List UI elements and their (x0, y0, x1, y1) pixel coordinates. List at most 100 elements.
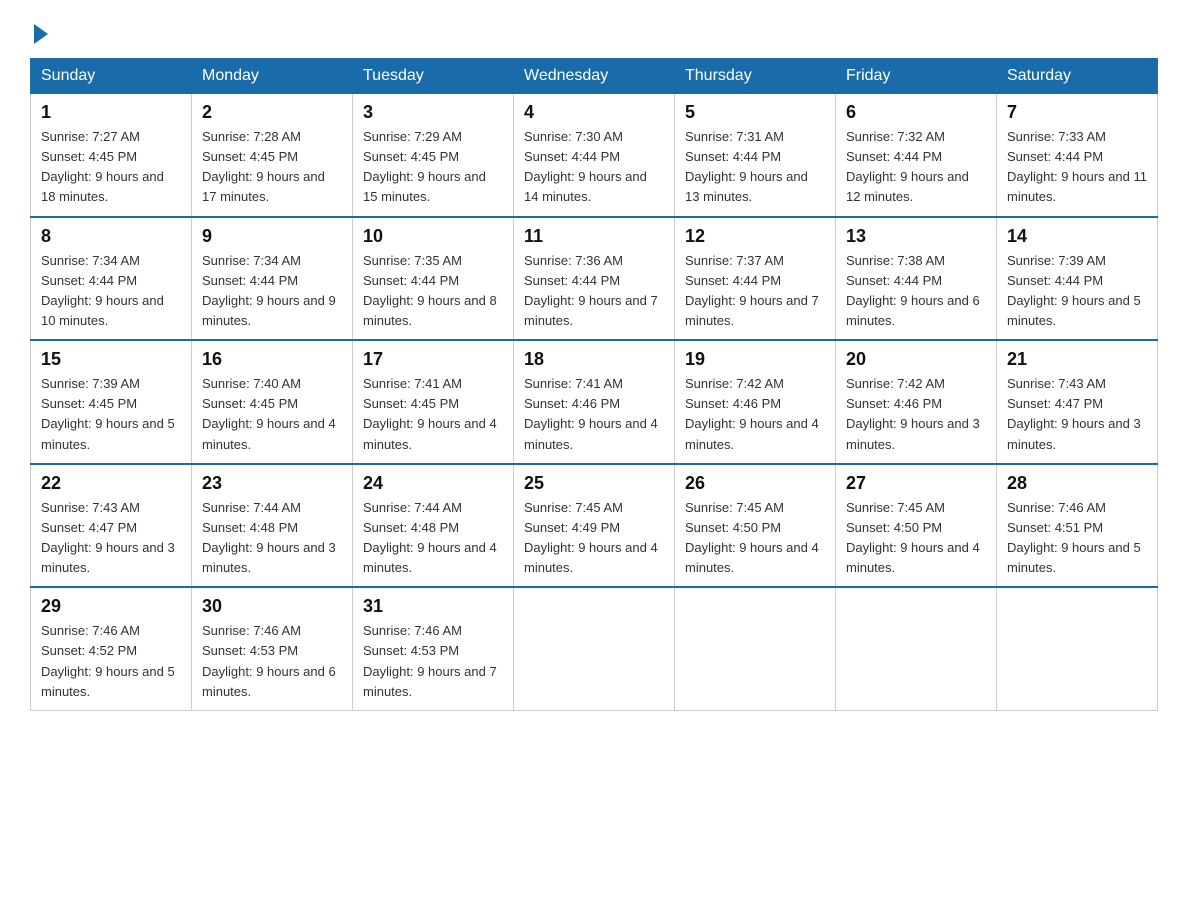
day-info: Sunrise: 7:35 AMSunset: 4:44 PMDaylight:… (363, 253, 497, 328)
day-number: 23 (202, 473, 342, 494)
day-cell: 7 Sunrise: 7:33 AMSunset: 4:44 PMDayligh… (997, 94, 1158, 217)
week-row-5: 29 Sunrise: 7:46 AMSunset: 4:52 PMDaylig… (31, 587, 1158, 710)
day-number: 21 (1007, 349, 1147, 370)
day-number: 14 (1007, 226, 1147, 247)
header-friday: Friday (836, 59, 997, 94)
day-number: 24 (363, 473, 503, 494)
day-info: Sunrise: 7:46 AMSunset: 4:51 PMDaylight:… (1007, 500, 1141, 575)
day-info: Sunrise: 7:27 AMSunset: 4:45 PMDaylight:… (41, 129, 164, 204)
day-info: Sunrise: 7:34 AMSunset: 4:44 PMDaylight:… (41, 253, 164, 328)
day-info: Sunrise: 7:46 AMSunset: 4:53 PMDaylight:… (202, 623, 336, 698)
day-cell: 27 Sunrise: 7:45 AMSunset: 4:50 PMDaylig… (836, 464, 997, 588)
day-info: Sunrise: 7:34 AMSunset: 4:44 PMDaylight:… (202, 253, 336, 328)
day-number: 20 (846, 349, 986, 370)
day-info: Sunrise: 7:44 AMSunset: 4:48 PMDaylight:… (202, 500, 336, 575)
calendar-table: SundayMondayTuesdayWednesdayThursdayFrid… (30, 58, 1158, 711)
day-cell: 17 Sunrise: 7:41 AMSunset: 4:45 PMDaylig… (353, 340, 514, 464)
header-thursday: Thursday (675, 59, 836, 94)
day-number: 30 (202, 596, 342, 617)
day-number: 28 (1007, 473, 1147, 494)
day-info: Sunrise: 7:43 AMSunset: 4:47 PMDaylight:… (41, 500, 175, 575)
day-info: Sunrise: 7:29 AMSunset: 4:45 PMDaylight:… (363, 129, 486, 204)
day-info: Sunrise: 7:40 AMSunset: 4:45 PMDaylight:… (202, 376, 336, 451)
day-info: Sunrise: 7:46 AMSunset: 4:52 PMDaylight:… (41, 623, 175, 698)
day-cell: 10 Sunrise: 7:35 AMSunset: 4:44 PMDaylig… (353, 217, 514, 341)
day-number: 15 (41, 349, 181, 370)
day-number: 25 (524, 473, 664, 494)
day-number: 4 (524, 102, 664, 123)
day-info: Sunrise: 7:44 AMSunset: 4:48 PMDaylight:… (363, 500, 497, 575)
day-cell: 24 Sunrise: 7:44 AMSunset: 4:48 PMDaylig… (353, 464, 514, 588)
header-row: SundayMondayTuesdayWednesdayThursdayFrid… (31, 59, 1158, 94)
day-cell: 21 Sunrise: 7:43 AMSunset: 4:47 PMDaylig… (997, 340, 1158, 464)
day-number: 10 (363, 226, 503, 247)
day-info: Sunrise: 7:39 AMSunset: 4:45 PMDaylight:… (41, 376, 175, 451)
day-cell: 13 Sunrise: 7:38 AMSunset: 4:44 PMDaylig… (836, 217, 997, 341)
day-number: 11 (524, 226, 664, 247)
day-info: Sunrise: 7:46 AMSunset: 4:53 PMDaylight:… (363, 623, 497, 698)
header-monday: Monday (192, 59, 353, 94)
day-info: Sunrise: 7:36 AMSunset: 4:44 PMDaylight:… (524, 253, 658, 328)
day-info: Sunrise: 7:41 AMSunset: 4:46 PMDaylight:… (524, 376, 658, 451)
day-info: Sunrise: 7:38 AMSunset: 4:44 PMDaylight:… (846, 253, 980, 328)
day-info: Sunrise: 7:42 AMSunset: 4:46 PMDaylight:… (685, 376, 819, 451)
header-wednesday: Wednesday (514, 59, 675, 94)
day-cell: 3 Sunrise: 7:29 AMSunset: 4:45 PMDayligh… (353, 94, 514, 217)
week-row-1: 1 Sunrise: 7:27 AMSunset: 4:45 PMDayligh… (31, 94, 1158, 217)
week-row-4: 22 Sunrise: 7:43 AMSunset: 4:47 PMDaylig… (31, 464, 1158, 588)
day-number: 3 (363, 102, 503, 123)
day-number: 8 (41, 226, 181, 247)
day-info: Sunrise: 7:37 AMSunset: 4:44 PMDaylight:… (685, 253, 819, 328)
day-cell: 20 Sunrise: 7:42 AMSunset: 4:46 PMDaylig… (836, 340, 997, 464)
day-cell: 30 Sunrise: 7:46 AMSunset: 4:53 PMDaylig… (192, 587, 353, 710)
day-cell: 31 Sunrise: 7:46 AMSunset: 4:53 PMDaylig… (353, 587, 514, 710)
day-number: 16 (202, 349, 342, 370)
day-cell: 15 Sunrise: 7:39 AMSunset: 4:45 PMDaylig… (31, 340, 192, 464)
day-cell: 9 Sunrise: 7:34 AMSunset: 4:44 PMDayligh… (192, 217, 353, 341)
logo-triangle-icon (34, 24, 48, 44)
day-number: 5 (685, 102, 825, 123)
day-info: Sunrise: 7:45 AMSunset: 4:49 PMDaylight:… (524, 500, 658, 575)
header-tuesday: Tuesday (353, 59, 514, 94)
day-info: Sunrise: 7:39 AMSunset: 4:44 PMDaylight:… (1007, 253, 1141, 328)
day-number: 9 (202, 226, 342, 247)
day-info: Sunrise: 7:28 AMSunset: 4:45 PMDaylight:… (202, 129, 325, 204)
day-cell: 22 Sunrise: 7:43 AMSunset: 4:47 PMDaylig… (31, 464, 192, 588)
day-number: 18 (524, 349, 664, 370)
day-info: Sunrise: 7:32 AMSunset: 4:44 PMDaylight:… (846, 129, 969, 204)
day-cell: 6 Sunrise: 7:32 AMSunset: 4:44 PMDayligh… (836, 94, 997, 217)
day-cell: 12 Sunrise: 7:37 AMSunset: 4:44 PMDaylig… (675, 217, 836, 341)
day-cell (675, 587, 836, 710)
day-cell (836, 587, 997, 710)
day-cell (514, 587, 675, 710)
week-row-2: 8 Sunrise: 7:34 AMSunset: 4:44 PMDayligh… (31, 217, 1158, 341)
day-cell: 1 Sunrise: 7:27 AMSunset: 4:45 PMDayligh… (31, 94, 192, 217)
day-cell: 4 Sunrise: 7:30 AMSunset: 4:44 PMDayligh… (514, 94, 675, 217)
day-cell: 29 Sunrise: 7:46 AMSunset: 4:52 PMDaylig… (31, 587, 192, 710)
day-info: Sunrise: 7:30 AMSunset: 4:44 PMDaylight:… (524, 129, 647, 204)
day-cell: 28 Sunrise: 7:46 AMSunset: 4:51 PMDaylig… (997, 464, 1158, 588)
day-number: 31 (363, 596, 503, 617)
day-cell: 2 Sunrise: 7:28 AMSunset: 4:45 PMDayligh… (192, 94, 353, 217)
day-cell: 14 Sunrise: 7:39 AMSunset: 4:44 PMDaylig… (997, 217, 1158, 341)
header (30, 20, 1158, 40)
logo (30, 20, 48, 40)
day-cell: 25 Sunrise: 7:45 AMSunset: 4:49 PMDaylig… (514, 464, 675, 588)
day-info: Sunrise: 7:45 AMSunset: 4:50 PMDaylight:… (846, 500, 980, 575)
day-number: 7 (1007, 102, 1147, 123)
day-cell (997, 587, 1158, 710)
day-info: Sunrise: 7:45 AMSunset: 4:50 PMDaylight:… (685, 500, 819, 575)
day-info: Sunrise: 7:42 AMSunset: 4:46 PMDaylight:… (846, 376, 980, 451)
day-number: 1 (41, 102, 181, 123)
day-info: Sunrise: 7:43 AMSunset: 4:47 PMDaylight:… (1007, 376, 1141, 451)
day-number: 29 (41, 596, 181, 617)
day-cell: 11 Sunrise: 7:36 AMSunset: 4:44 PMDaylig… (514, 217, 675, 341)
day-info: Sunrise: 7:33 AMSunset: 4:44 PMDaylight:… (1007, 129, 1147, 204)
day-number: 12 (685, 226, 825, 247)
day-cell: 26 Sunrise: 7:45 AMSunset: 4:50 PMDaylig… (675, 464, 836, 588)
day-number: 17 (363, 349, 503, 370)
day-number: 13 (846, 226, 986, 247)
week-row-3: 15 Sunrise: 7:39 AMSunset: 4:45 PMDaylig… (31, 340, 1158, 464)
day-cell: 18 Sunrise: 7:41 AMSunset: 4:46 PMDaylig… (514, 340, 675, 464)
day-number: 2 (202, 102, 342, 123)
